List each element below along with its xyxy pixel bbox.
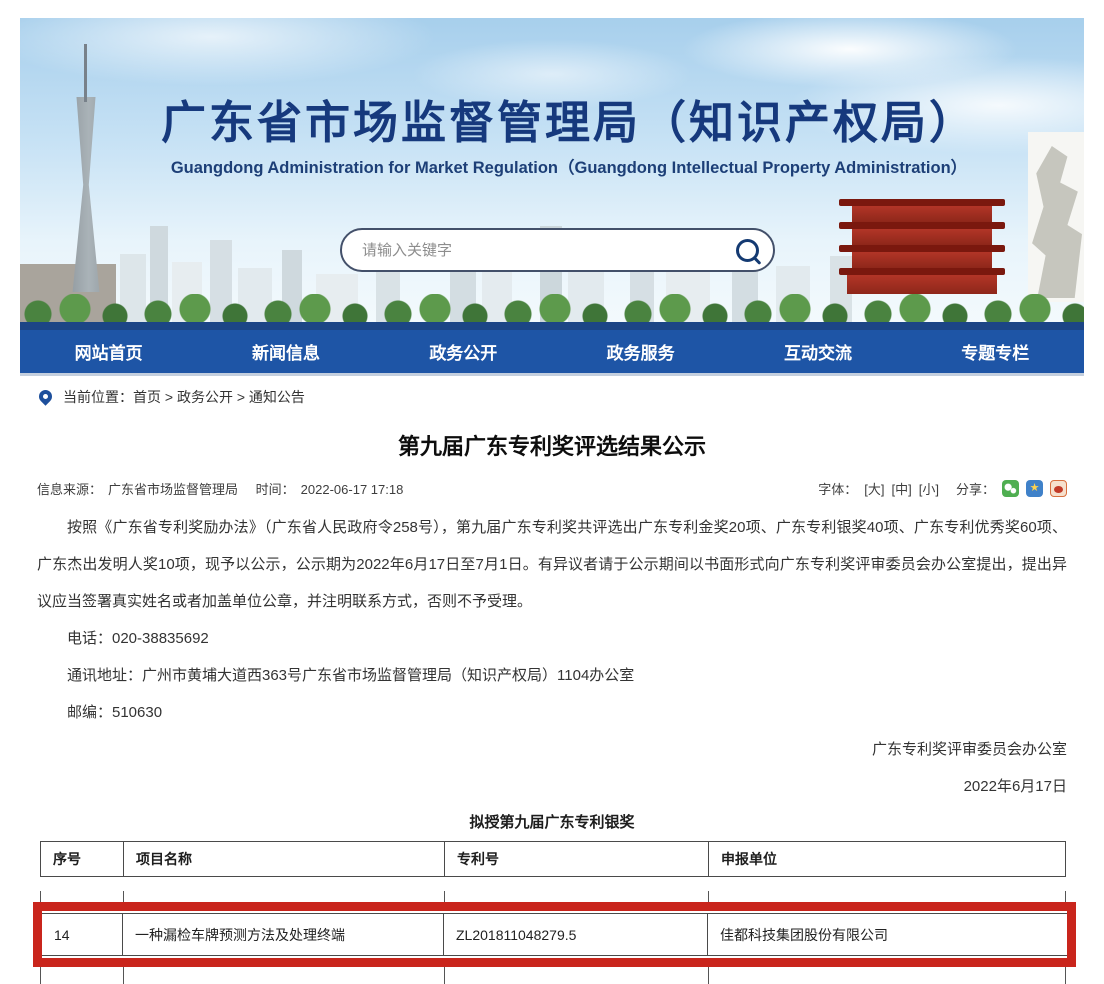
source-value: 广东省市场监督管理局 bbox=[108, 482, 238, 497]
font-size-small-button[interactable]: [小] bbox=[919, 479, 939, 498]
page-title: 第九届广东专利奖评选结果公示 bbox=[37, 429, 1067, 459]
pavilion-floor bbox=[852, 229, 992, 245]
pavilion-floor bbox=[852, 206, 992, 222]
column-header-patent-number: 专利号 bbox=[445, 842, 709, 876]
banner-trees bbox=[20, 294, 1084, 324]
search-box[interactable] bbox=[340, 228, 775, 272]
breadcrumb-label: 当前位置： bbox=[63, 387, 133, 407]
pavilion-roof bbox=[839, 245, 1005, 252]
column-header-applicant: 申报单位 bbox=[709, 842, 1067, 876]
article-meta-left: 信息来源： 广东省市场监督管理局 时间： 2022-06-17 17:18 bbox=[37, 479, 409, 498]
pavilion-roof bbox=[839, 222, 1005, 229]
pavilion-base bbox=[847, 275, 997, 294]
signature-office: 广东专利奖评审委员会办公室 bbox=[37, 731, 1067, 768]
time-label: 时间： bbox=[256, 482, 295, 497]
cell-project-name: 一种漏检车牌预测方法及处理终端 bbox=[123, 914, 444, 955]
font-size-label: 字体： bbox=[818, 479, 857, 498]
highlighted-row-red-box: 14 一种漏检车牌预测方法及处理终端 ZL201811048279.5 佳都科技… bbox=[33, 902, 1076, 967]
table-title: 拟授第九届广东专利银奖 bbox=[37, 811, 1067, 831]
nav-item-gov-services[interactable]: 政务服务 bbox=[552, 330, 729, 373]
site-title: 广东省市场监督管理局（知识产权局） bbox=[20, 86, 1084, 151]
table-next-row-edge bbox=[40, 967, 1066, 984]
cell-index: 14 bbox=[42, 914, 123, 955]
nav-item-home[interactable]: 网站首页 bbox=[20, 330, 197, 373]
main-navigation: 网站首页 新闻信息 政务公开 政务服务 互动交流 专题专栏 bbox=[20, 330, 1084, 373]
pavilion-floor bbox=[852, 252, 992, 268]
banner-bottom-strip bbox=[20, 322, 1084, 330]
nav-item-interaction[interactable]: 互动交流 bbox=[729, 330, 906, 373]
article-paragraph: 按照《广东省专利奖励办法》（广东省人民政府令258号），第九届广东专利奖共评选出… bbox=[37, 509, 1067, 620]
contact-postcode-line: 邮编：510630 bbox=[37, 694, 1067, 731]
pavilion-roof bbox=[839, 199, 1005, 206]
site-title-english: Guangdong Administration for Market Regu… bbox=[20, 154, 1084, 178]
nav-item-news[interactable]: 新闻信息 bbox=[197, 330, 374, 373]
article-meta-bar: 信息来源： 广东省市场监督管理局 时间： 2022-06-17 17:18 字体： … bbox=[37, 479, 1067, 497]
wechat-share-icon[interactable] bbox=[1002, 480, 1019, 497]
article-body: 按照《广东省专利奖励办法》（广东省人民政府令258号），第九届广东专利奖共评选出… bbox=[37, 509, 1067, 731]
breadcrumb-path[interactable]: 首页 > 政务公开 > 通知公告 bbox=[133, 387, 305, 407]
time-value: 2022-06-17 17:18 bbox=[301, 482, 404, 497]
font-size-large-button[interactable]: [大] bbox=[864, 479, 884, 498]
column-header-project-name: 项目名称 bbox=[124, 842, 445, 876]
cell-patent-number: ZL201811048279.5 bbox=[444, 914, 708, 955]
share-label: 分享： bbox=[956, 479, 995, 498]
cell-applicant: 佳都科技集团股份有限公司 bbox=[708, 914, 1067, 955]
contact-phone-line: 电话：020-38835692 bbox=[37, 620, 1067, 657]
table-row: 14 一种漏检车牌预测方法及处理终端 ZL201811048279.5 佳都科技… bbox=[42, 913, 1067, 956]
source-label: 信息来源： bbox=[37, 482, 102, 497]
column-header-index: 序号 bbox=[41, 842, 124, 876]
weibo-share-icon[interactable] bbox=[1050, 480, 1067, 497]
signature-date: 2022年6月17日 bbox=[37, 768, 1067, 805]
nav-item-gov-disclosure[interactable]: 政务公开 bbox=[375, 330, 552, 373]
breadcrumb: 当前位置： 首页 > 政务公开 > 通知公告 bbox=[37, 387, 1067, 407]
article-meta-right: 字体： [大] [中] [小] 分享： bbox=[818, 479, 1067, 498]
qzone-share-icon[interactable] bbox=[1026, 480, 1043, 497]
font-size-medium-button[interactable]: [中] bbox=[892, 479, 912, 498]
red-pavilion-graphic bbox=[846, 199, 998, 294]
pavilion-roof bbox=[839, 268, 1005, 275]
search-icon[interactable] bbox=[736, 239, 759, 262]
site-banner: 广东省市场监督管理局（知识产权局） Guangdong Administrati… bbox=[20, 18, 1084, 330]
table-row-gap bbox=[40, 877, 1066, 902]
article-content: 当前位置： 首页 > 政务公开 > 通知公告 第九届广东专利奖评选结果公示 信息… bbox=[0, 373, 1104, 984]
nav-item-special-topics[interactable]: 专题专栏 bbox=[907, 330, 1084, 373]
search-input[interactable] bbox=[360, 241, 736, 260]
contact-address-line: 通讯地址：广州市黄埔大道西363号广东省市场监督管理局（知识产权局）1104办公… bbox=[37, 657, 1067, 694]
table-header-row: 序号 项目名称 专利号 申报单位 bbox=[40, 841, 1066, 877]
location-pin-icon bbox=[36, 387, 54, 405]
